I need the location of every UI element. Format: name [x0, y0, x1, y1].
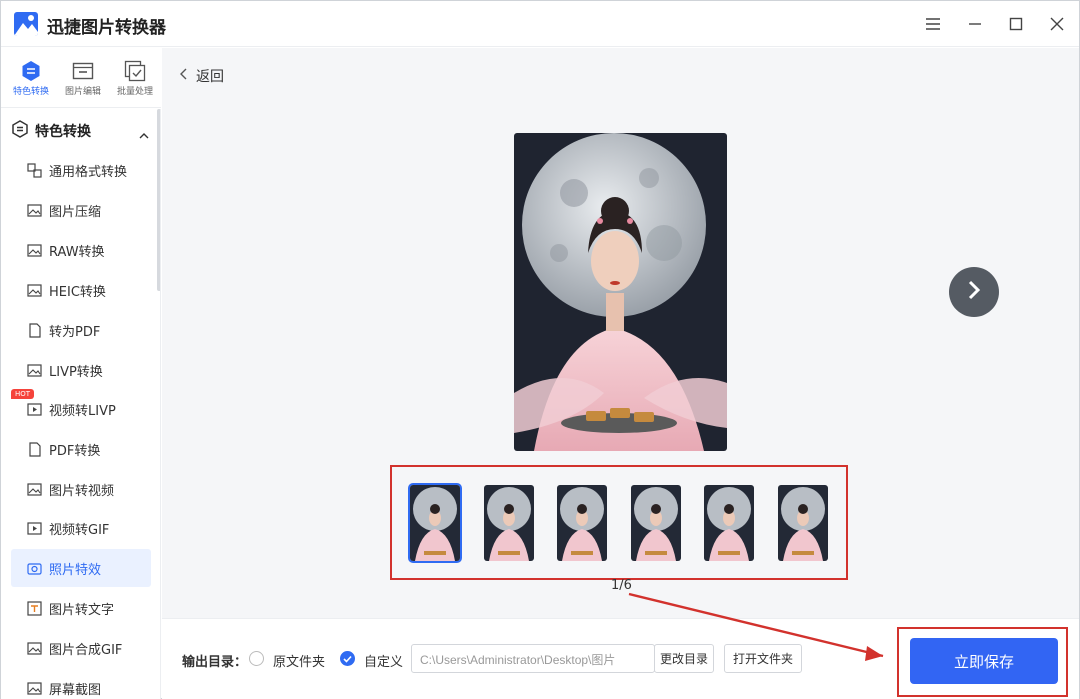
image-icon	[27, 243, 42, 258]
thumbnail-2[interactable]	[482, 483, 536, 563]
menu-section-header[interactable]: 特色转换	[11, 113, 151, 149]
menu-item-format-convert[interactable]: 通用格式转换	[11, 151, 151, 189]
option-custom-label: 自定义	[364, 655, 404, 670]
text-scan-icon	[27, 600, 42, 616]
side-menu: 特色转换 通用格式转换 图片压缩 RAW转换 HEIC转换 转为PDF LIVP…	[1, 109, 161, 699]
menu-item-label: 图片压缩	[49, 204, 102, 220]
screenshot-icon	[27, 681, 42, 696]
menu-item-photo-effects[interactable]: 照片特效	[11, 549, 151, 587]
radio-custom-folder[interactable]	[340, 651, 355, 666]
radio-original-folder[interactable]	[249, 651, 264, 666]
app-logo-icon	[14, 12, 38, 36]
menu-item-pdf-convert[interactable]: PDF转换	[11, 430, 151, 468]
thumbnail-1[interactable]	[408, 483, 462, 563]
pdf-icon	[27, 322, 42, 338]
menu-item-compose-gif[interactable]: 图片合成GIF	[11, 629, 151, 667]
app-title: 迅捷图片转换器	[47, 18, 166, 38]
menu-item-label: 通用格式转换	[49, 164, 128, 180]
format-convert-icon	[27, 162, 42, 178]
menu-item-label: HEIC转换	[49, 284, 106, 300]
thumbnail-6[interactable]	[776, 483, 830, 563]
menu-item-label: LIVP转换	[49, 364, 103, 380]
chevron-left-icon	[180, 68, 188, 84]
menu-item-label: 图片转视频	[49, 483, 115, 499]
menu-item-livp[interactable]: LIVP转换	[11, 351, 151, 389]
menu-item-raw[interactable]: RAW转换	[11, 231, 151, 269]
menu-item-label: RAW转换	[49, 244, 105, 260]
menu-item-label: 转为PDF	[49, 324, 101, 340]
next-image-button[interactable]	[949, 267, 999, 317]
save-now-button[interactable]: 立即保存	[910, 638, 1058, 684]
chevron-right-icon	[966, 279, 982, 305]
thumbnail-4[interactable]	[629, 483, 683, 563]
page-indicator: 1/6	[611, 578, 632, 593]
preview-image	[514, 133, 727, 451]
minimize-icon[interactable]	[963, 12, 987, 36]
title-bar: 迅捷图片转换器	[1, 1, 1079, 47]
tab-image-edit[interactable]: 图片编辑	[58, 56, 108, 102]
tab-label: 特色转换	[12, 87, 49, 97]
menu-item-label: 屏幕截图	[49, 682, 102, 698]
thumbnail-5[interactable]	[702, 483, 756, 563]
convert-icon	[11, 120, 29, 142]
image-icon	[27, 283, 42, 298]
feature-rail: 特色转换 图片编辑 批量处理	[1, 48, 161, 108]
menu-header-label: 特色转换	[35, 124, 91, 140]
tab-label: 批量处理	[116, 87, 153, 97]
back-label: 返回	[196, 69, 224, 85]
tab-label: 图片编辑	[64, 87, 101, 97]
video-icon	[27, 402, 42, 417]
menu-item-image-to-video[interactable]: 图片转视频	[11, 470, 151, 508]
output-bar: 输出目录： 原文件夹 自定义 C:\Users\Administrator\De…	[162, 618, 1079, 699]
menu-item-label: 照片特效	[49, 562, 102, 578]
output-dir-label: 输出目录：	[182, 655, 248, 670]
menu-item-label: 图片转文字	[49, 602, 115, 618]
camera-icon	[27, 561, 42, 576]
back-button[interactable]: 返回	[180, 66, 224, 86]
edit-icon	[71, 60, 95, 82]
chevron-up-icon[interactable]	[139, 125, 149, 144]
thumbnail-3[interactable]	[555, 483, 609, 563]
menu-item-video-to-livp[interactable]: 视频转LIVP	[11, 390, 151, 428]
menu-item-label: 视频转LIVP	[49, 403, 116, 419]
menu-item-label: PDF转换	[49, 443, 101, 459]
image-icon	[27, 363, 42, 378]
menu-item-label: 视频转GIF	[49, 522, 110, 538]
main-panel: 返回 1/6	[162, 48, 1079, 618]
batch-icon	[123, 60, 147, 82]
save-annotation-box: 立即保存	[897, 627, 1068, 697]
image-icon	[27, 641, 42, 656]
open-folder-button[interactable]: 打开文件夹	[724, 644, 802, 673]
tab-feature-convert[interactable]: 特色转换	[6, 56, 56, 102]
menu-item-label: 图片合成GIF	[49, 642, 123, 658]
maximize-icon[interactable]	[1004, 12, 1028, 36]
video-icon	[27, 521, 42, 536]
convert-icon	[19, 60, 43, 82]
menu-item-compress[interactable]: 图片压缩	[11, 191, 151, 229]
app-window: 迅捷图片转换器 特色转换 图片编辑 批量处理 特色转换 通用格式转换 图片压缩 …	[0, 0, 1080, 699]
menu-icon[interactable]	[921, 12, 945, 36]
menu-item-video-to-gif[interactable]: 视频转GIF	[11, 509, 151, 547]
option-original-label: 原文件夹	[273, 655, 326, 670]
close-icon[interactable]	[1045, 12, 1069, 36]
image-icon	[27, 203, 42, 218]
tab-batch-process[interactable]: 批量处理	[110, 56, 160, 102]
menu-item-image-to-text[interactable]: 图片转文字	[11, 589, 151, 627]
menu-item-to-pdf[interactable]: 转为PDF	[11, 311, 151, 349]
menu-scrollbar[interactable]	[157, 109, 160, 291]
pdf-icon	[27, 441, 42, 457]
change-dir-button[interactable]: 更改目录	[654, 644, 714, 673]
output-path-input[interactable]: C:\Users\Administrator\Desktop\图片	[411, 644, 655, 673]
menu-item-screenshot[interactable]: 屏幕截图	[11, 669, 151, 699]
image-icon	[27, 482, 42, 497]
menu-item-heic[interactable]: HEIC转换	[11, 271, 151, 309]
